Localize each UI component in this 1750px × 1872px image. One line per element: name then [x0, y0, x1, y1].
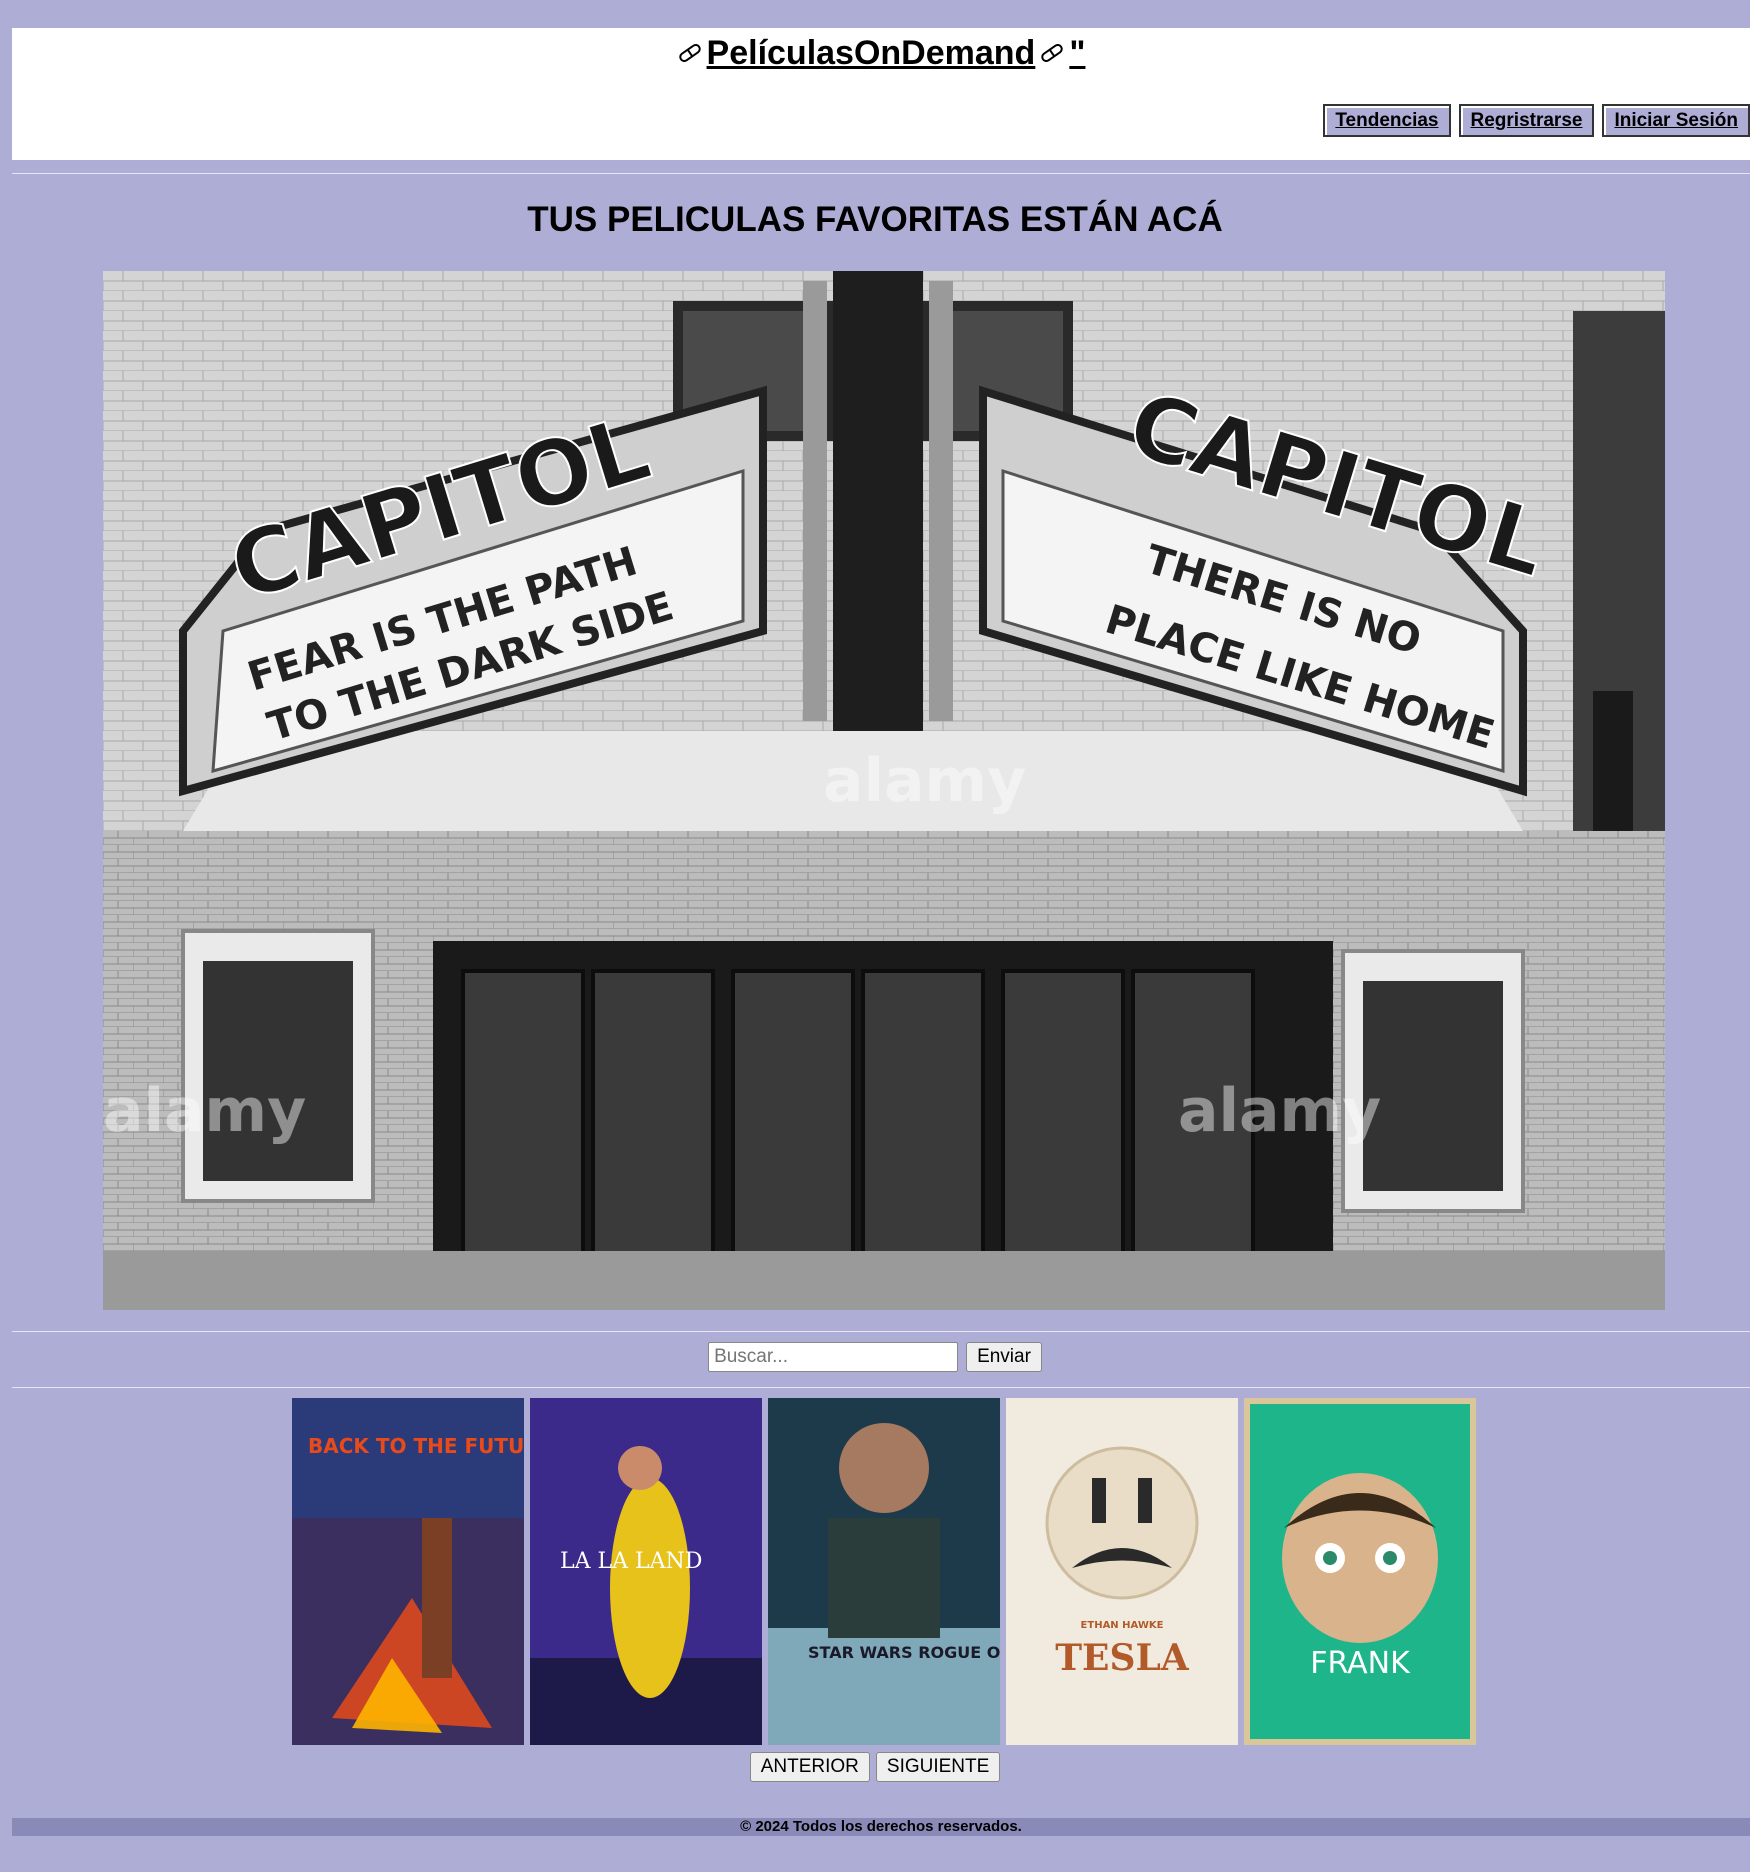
brand-link[interactable]: PelículasOnDemand " — [677, 34, 1086, 73]
poster-title: TESLA — [1055, 1637, 1190, 1679]
poster-frank[interactable]: FRANK — [1244, 1398, 1476, 1745]
prev-button[interactable]: ANTERIOR — [749, 1752, 870, 1782]
carousel-pager: ANTERIOR SIGUIENTE — [0, 1752, 1750, 1782]
poster-title: STAR WARS ROGUE ONE — [808, 1643, 1000, 1662]
site-header: PelículasOnDemand " Tendencias Regristra… — [12, 28, 1750, 160]
divider — [12, 1331, 1750, 1332]
nav-iniciar-sesion[interactable]: Iniciar Sesión — [1602, 104, 1750, 137]
copyright-text: © 2024 Todos los derechos reservados. — [740, 1818, 1022, 1835]
divider — [12, 1387, 1750, 1388]
poster-carousel: BACK TO THE FUTURE LA LA LAND STAR WARS … — [292, 1398, 1476, 1745]
main-nav: Tendencias Regristrarse Iniciar Sesión — [1323, 104, 1750, 137]
watermark: alamy — [103, 1076, 306, 1146]
next-button[interactable]: SIGUIENTE — [875, 1752, 1001, 1782]
poster-la-la-land[interactable]: LA LA LAND — [530, 1398, 762, 1745]
pill-icon — [677, 34, 703, 73]
poster-rogue-one[interactable]: STAR WARS ROGUE ONE — [768, 1398, 1000, 1745]
nav-tendencias[interactable]: Tendencias — [1323, 104, 1451, 137]
brand: PelículasOnDemand " — [12, 34, 1750, 73]
poster-back-to-the-future[interactable]: BACK TO THE FUTURE — [292, 1398, 524, 1745]
search-form: Enviar — [0, 1342, 1750, 1372]
search-submit-button[interactable]: Enviar — [966, 1342, 1042, 1372]
brand-suffix: " — [1069, 34, 1086, 72]
poster-title: FRANK — [1310, 1646, 1411, 1681]
page-headline: TUS PELICULAS FAVORITAS ESTÁN ACÁ — [527, 200, 1223, 239]
divider — [12, 173, 1750, 174]
watermark: alamy — [823, 746, 1026, 816]
poster-tesla[interactable]: ETHAN HAWKE TESLA — [1006, 1398, 1238, 1745]
search-input[interactable] — [708, 1342, 959, 1372]
poster-title: LA LA LAND — [560, 1549, 702, 1574]
nav-registrarse[interactable]: Regristrarse — [1458, 104, 1595, 137]
poster-subtitle: ETHAN HAWKE — [1081, 1620, 1164, 1631]
watermark: alamy — [1178, 1076, 1381, 1146]
poster-title: BACK TO THE FUTURE — [308, 1434, 524, 1458]
hero-image: CAPITOL FEAR IS THE PATH TO THE DARK SID… — [103, 271, 1665, 1310]
brand-name: PelículasOnDemand — [706, 34, 1036, 72]
pill-icon — [1039, 34, 1065, 73]
site-footer: © 2024 Todos los derechos reservados. — [12, 1818, 1750, 1836]
